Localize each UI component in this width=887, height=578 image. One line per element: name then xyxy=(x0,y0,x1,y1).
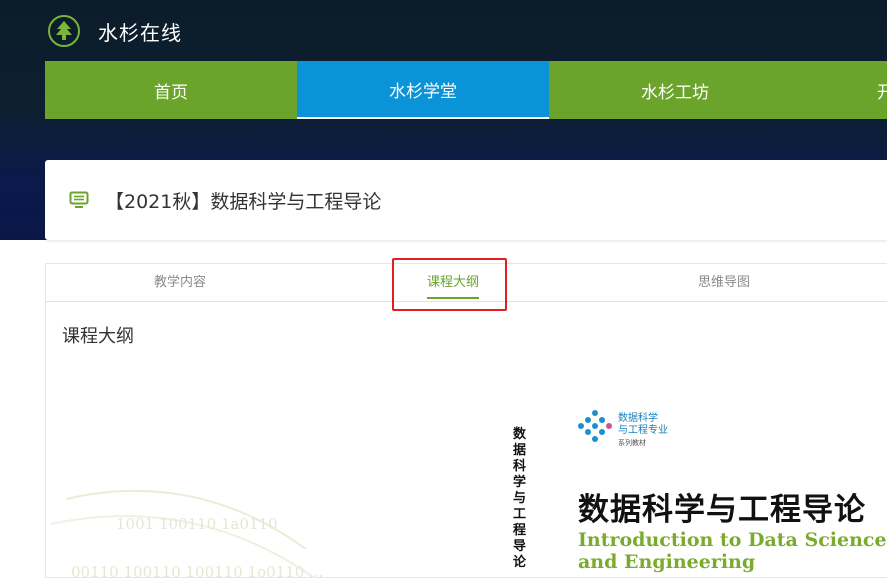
nav-item-academy[interactable]: 水杉学堂 xyxy=(297,61,549,119)
nav-item-home[interactable]: 首页 xyxy=(45,61,297,119)
chalkboard-icon xyxy=(69,191,89,209)
tree-icon xyxy=(48,15,80,47)
cover-title-en-line: Introduction to Data Science xyxy=(578,529,887,551)
nav-label: 水杉工坊 xyxy=(641,82,709,103)
nav-item-workshop[interactable]: 水杉工坊 xyxy=(549,61,801,119)
main-nav: 首页 水杉学堂 水杉工坊 开 xyxy=(45,61,887,119)
binary-text-2: 00110 100110 100110 1o0110 ... xyxy=(71,563,323,578)
cover-title-cn: 数据科学与工程导论 xyxy=(578,492,866,528)
series-label: 数据科学 与工程专业 系列教材 xyxy=(618,413,668,449)
series-logo-icon xyxy=(578,410,612,442)
nav-label: 水杉学堂 xyxy=(389,81,457,102)
series-line: 数据科学 xyxy=(618,413,658,424)
series-line: 与工程专业 xyxy=(618,425,668,436)
cover-spine-text: 数据科学与工程导论 xyxy=(513,427,527,570)
tab-mind-map[interactable]: 思维导图 xyxy=(698,264,750,301)
binary-decoration: 1001 100110 1a0110 00110 100110 100110 1… xyxy=(50,489,323,578)
nav-label: 开 xyxy=(877,82,887,103)
brand[interactable]: 水杉在线 xyxy=(48,14,182,48)
cover-title-en: Introduction to Data Science and Enginee… xyxy=(578,529,887,573)
cover-title-en-line: and Engineering xyxy=(578,551,756,573)
binary-text-1: 1001 100110 1a0110 xyxy=(116,515,278,533)
brand-name: 水杉在线 xyxy=(98,20,182,45)
tab-teaching-content[interactable]: 教学内容 xyxy=(154,264,206,301)
course-title: 【2021秋】数据科学与工程导论 xyxy=(105,190,382,213)
series-line: 系列教材 xyxy=(618,439,646,447)
syllabus-cover-image: 1001 100110 1a0110 00110 100110 100110 1… xyxy=(46,339,887,578)
nav-item-more[interactable]: 开 xyxy=(801,61,887,119)
nav-label: 首页 xyxy=(154,82,188,103)
course-header-card: 【2021秋】数据科学与工程导论 xyxy=(45,160,887,240)
annotation-highlight-box xyxy=(392,258,507,311)
